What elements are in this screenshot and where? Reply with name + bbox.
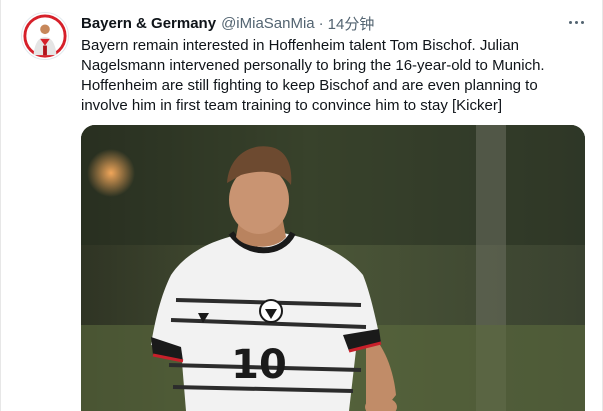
player-photo: 10 <box>81 125 585 411</box>
tweet-text-line: Nagelsmann intervened personally to brin… <box>81 57 545 74</box>
jersey-number: 10 <box>231 342 287 388</box>
tweet-text: Bayern remain interested in Hoffenheim t… <box>81 36 587 116</box>
tweet-media-photo[interactable]: 10 <box>81 125 585 411</box>
tweet-header: Bayern & Germany @iMiaSanMia · 14分钟 <box>81 13 374 33</box>
tweet-text-line: involve him in first team training to co… <box>81 97 502 114</box>
avatar[interactable] <box>21 12 69 60</box>
tweet-card[interactable]: Bayern & Germany @iMiaSanMia · 14分钟 Baye… <box>0 0 603 411</box>
avatar-image <box>22 13 68 59</box>
more-horizontal-icon[interactable] <box>566 14 586 30</box>
tweet-text-line: Hoffenheim are still fighting to keep Bi… <box>81 77 538 94</box>
user-handle[interactable]: @iMiaSanMia <box>221 15 315 32</box>
display-name[interactable]: Bayern & Germany <box>81 15 216 32</box>
separator-dot: · <box>318 14 324 32</box>
tweet-text-line: Bayern remain interested in Hoffenheim t… <box>81 37 520 54</box>
timestamp[interactable]: 14分钟 <box>328 13 375 34</box>
